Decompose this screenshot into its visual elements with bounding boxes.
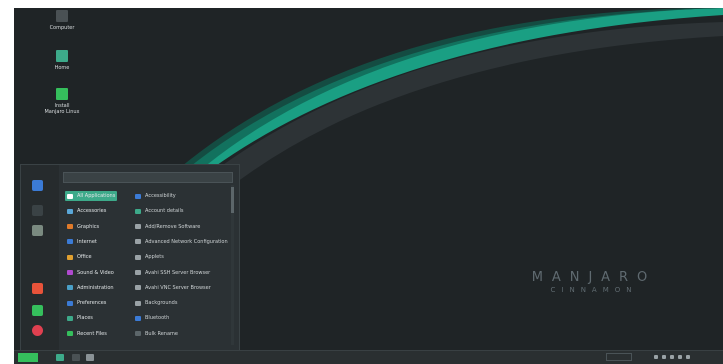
app-label: Advanced Network Configuration	[145, 238, 228, 245]
clock-icon[interactable]	[686, 355, 690, 359]
terminal-icon[interactable]	[32, 205, 43, 216]
category-label: Office	[77, 254, 92, 261]
application-menu: All Applications Accessories Graphics Inter…	[20, 164, 240, 354]
app-icon	[135, 331, 141, 337]
browser-icon[interactable]	[32, 180, 43, 191]
network-icon[interactable]	[654, 355, 658, 359]
installer-icon	[56, 88, 68, 100]
desktop-icon-label: Install Manjaro Linux	[44, 103, 80, 115]
category-label: All Applications	[77, 193, 116, 199]
category-item[interactable]: Office	[65, 252, 117, 262]
menu-scrollbar-thumb[interactable]	[231, 187, 234, 213]
app-label: Account details	[145, 208, 184, 215]
menu-favorites-sidebar	[21, 165, 59, 353]
app-label: Avahi VNC Server Browser	[145, 284, 211, 291]
app-item[interactable]: Add/Remove Software	[133, 222, 229, 232]
category-icon	[67, 270, 73, 275]
category-icon	[67, 208, 73, 214]
app-label: Add/Remove Software	[145, 223, 201, 230]
category-icon	[67, 300, 73, 306]
category-icon	[67, 285, 73, 291]
menu-button[interactable]	[18, 353, 38, 362]
category-item[interactable]: All Applications	[65, 191, 117, 201]
category-label: Administration	[77, 284, 114, 291]
files-icon[interactable]	[32, 225, 43, 236]
category-item[interactable]: Accessories	[65, 206, 117, 216]
app-icon	[135, 254, 141, 260]
app-label: Bluetooth	[145, 315, 170, 322]
category-label: Internet	[77, 238, 97, 245]
category-icon	[67, 193, 73, 199]
battery-icon[interactable]	[670, 355, 674, 359]
category-item[interactable]: Sound & Video	[65, 268, 117, 278]
app-item[interactable]: Backgrounds	[133, 298, 229, 308]
category-item[interactable]: Recent Files	[65, 329, 117, 339]
desktop-icon-home[interactable]: Home	[44, 50, 80, 71]
desktop-icon-computer[interactable]: Computer	[44, 10, 80, 31]
notifications-icon[interactable]	[678, 355, 682, 359]
desktop-icon-label: Computer	[49, 25, 75, 31]
category-label: Graphics	[77, 223, 100, 230]
app-icon	[135, 224, 141, 230]
app-label: Bulk Rename	[145, 330, 178, 337]
menu-search-input[interactable]	[63, 172, 233, 183]
category-item[interactable]: Internet	[65, 237, 117, 247]
category-label: Places	[77, 315, 93, 322]
manjaro-cinnamon-branding: MANJARO CINNAMON	[519, 270, 669, 294]
app-icon	[135, 193, 141, 199]
app-label: Avahi SSH Server Browser	[145, 269, 211, 276]
app-item[interactable]: Avahi SSH Server Browser	[133, 268, 229, 278]
lock-icon[interactable]	[32, 283, 43, 294]
desktop-icon-label: Home	[54, 65, 70, 71]
category-icon	[67, 315, 73, 321]
desktop-icon-installer[interactable]: Install Manjaro Linux	[44, 88, 80, 115]
category-item[interactable]: Preferences	[65, 298, 117, 308]
app-item[interactable]: Bulk Rename	[133, 329, 229, 339]
category-icon	[67, 331, 73, 337]
category-label: Sound & Video	[77, 269, 114, 276]
app-item[interactable]: Advanced Network Configuration	[133, 237, 229, 247]
branding-line-2: CINNAMON	[550, 286, 638, 294]
app-icon	[135, 285, 141, 291]
logout-icon[interactable]	[32, 305, 43, 316]
branding-line-1: MANJARO	[531, 270, 657, 285]
panel-launcher-terminal-icon[interactable]	[72, 354, 80, 361]
category-item[interactable]: Administration	[65, 283, 117, 293]
app-icon	[135, 315, 141, 321]
category-label: Preferences	[77, 300, 107, 307]
volume-icon[interactable]	[662, 355, 666, 359]
app-icon	[135, 239, 141, 245]
app-icon	[135, 300, 141, 306]
app-label: Accessibility	[145, 193, 176, 199]
app-item[interactable]: Account details	[133, 206, 229, 216]
workspace-switcher[interactable]	[606, 353, 632, 361]
app-item[interactable]: Applets	[133, 252, 229, 262]
app-label: Applets	[145, 254, 164, 261]
power-icon[interactable]	[32, 325, 43, 336]
category-icon	[67, 254, 73, 260]
category-icon	[67, 239, 73, 245]
computer-icon	[56, 10, 68, 22]
app-label: Backgrounds	[145, 300, 178, 307]
category-item[interactable]: Graphics	[65, 222, 117, 232]
category-icon	[67, 224, 73, 230]
category-item[interactable]: Places	[65, 313, 117, 323]
app-item[interactable]: Accessibility	[133, 191, 229, 201]
category-label: Recent Files	[77, 330, 107, 337]
app-item[interactable]: Bluetooth	[133, 313, 229, 323]
category-label: Accessories	[77, 208, 107, 215]
app-icon	[135, 270, 141, 275]
panel-launcher-settings-icon[interactable]	[86, 354, 94, 361]
home-folder-icon	[56, 50, 68, 62]
bottom-panel	[14, 350, 723, 364]
panel-launcher-files-icon[interactable]	[56, 354, 64, 361]
app-icon	[135, 208, 141, 214]
app-item[interactable]: Avahi VNC Server Browser	[133, 283, 229, 293]
